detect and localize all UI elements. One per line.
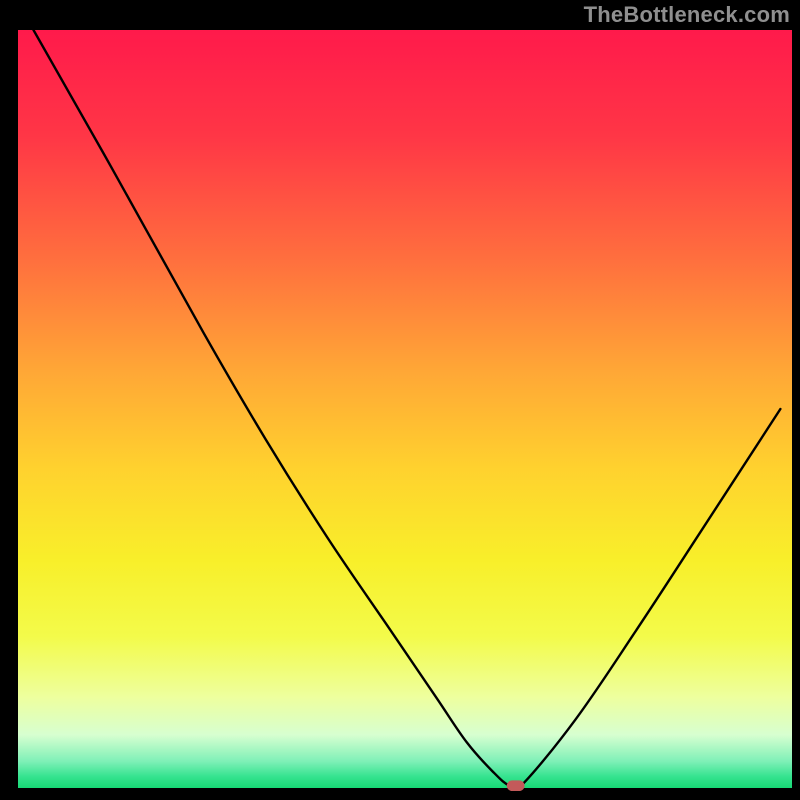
plot-background <box>18 30 792 788</box>
bottleneck-chart <box>0 0 800 800</box>
watermark-text: TheBottleneck.com <box>584 2 790 28</box>
chart-stage: TheBottleneck.com <box>0 0 800 800</box>
min-marker <box>507 780 525 791</box>
